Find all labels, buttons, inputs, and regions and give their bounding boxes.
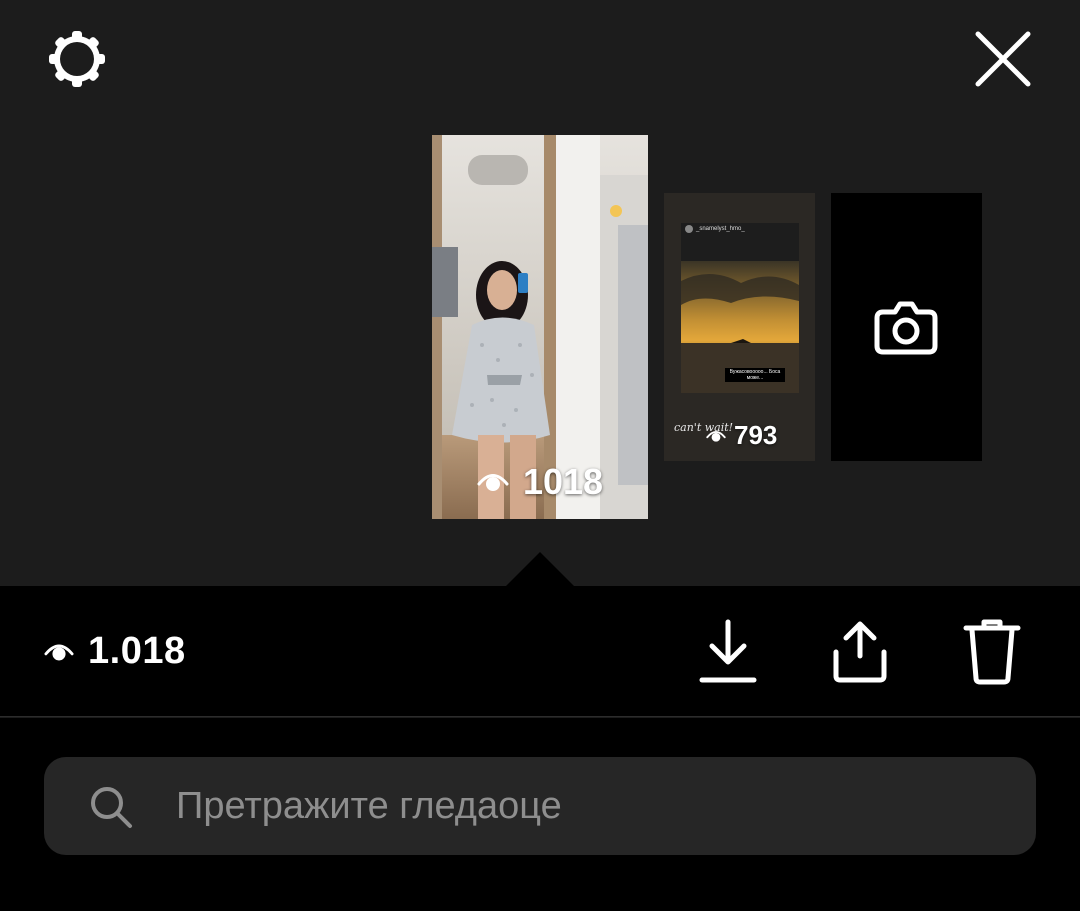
reshared-username: _snamelyst_hmo_ (696, 226, 745, 232)
story-thumbnail-selected[interactable]: 1018 (432, 135, 648, 519)
views-total: 1.018 (44, 630, 186, 673)
eye-icon (44, 644, 74, 660)
download-icon (699, 619, 757, 683)
story-tray-area: 1018 _snamelyst_hmo_ Вужасовооооо... Бос… (0, 0, 1080, 586)
share-icon (833, 621, 887, 683)
search-input[interactable] (176, 757, 1006, 855)
views-total-value: 1.018 (88, 630, 186, 672)
reshared-caption: Вужасовооооо... Боса може... (725, 368, 785, 382)
search-icon (91, 787, 132, 828)
add-story-button[interactable] (831, 193, 982, 461)
selection-pointer (506, 552, 574, 586)
search-bar[interactable] (44, 757, 1036, 855)
viewers-search-area (0, 718, 1080, 911)
delete-button[interactable] (962, 616, 1022, 686)
download-button[interactable] (698, 616, 758, 686)
share-button[interactable] (830, 616, 890, 686)
story-thumbnail[interactable]: _snamelyst_hmo_ Вужасовооооо... Боса мож… (664, 193, 815, 461)
settings-button[interactable] (44, 26, 110, 92)
close-icon (975, 31, 1031, 87)
close-button[interactable] (970, 26, 1036, 92)
story-viewers-screen: 1018 _snamelyst_hmo_ Вужасовооооо... Бос… (0, 0, 1080, 911)
trash-icon (963, 619, 1021, 685)
story-views-label: 793 (734, 420, 778, 450)
gear-icon (49, 31, 105, 87)
camera-icon (874, 301, 938, 355)
eye-icon (706, 430, 726, 442)
reshared-post-header: _snamelyst_hmo_ (685, 225, 745, 233)
reshared-post-preview: _snamelyst_hmo_ Вужасовооооо... Боса мож… (681, 223, 799, 393)
story-view-count: 793 (706, 420, 777, 451)
eye-icon (477, 474, 509, 491)
story-views-label: 1018 (522, 461, 604, 502)
story-view-count: 1018 (432, 461, 648, 503)
avatar (685, 225, 693, 233)
story-action-bar: 1.018 (0, 586, 1080, 717)
